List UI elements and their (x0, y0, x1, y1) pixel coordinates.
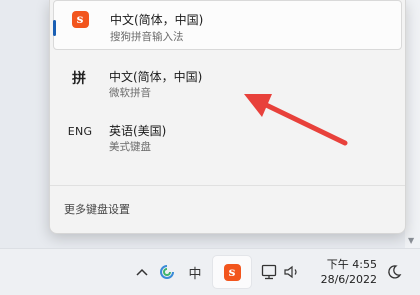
ime-item-subtitle: 美式键盘 (109, 141, 151, 153)
more-keyboard-settings-link[interactable]: 更多键盘设置 (64, 201, 130, 217)
ime-item-subtitle: 微软拼音 (109, 87, 151, 99)
ime-item-microsoft-pinyin[interactable]: 拼 中文(简体，中国) 微软拼音 (50, 60, 405, 110)
selected-indicator (53, 20, 56, 36)
ime-item-title: 中文(简体，中国) (110, 13, 204, 27)
do-not-disturb-moon-icon[interactable] (383, 249, 405, 295)
ime-item-english-us[interactable]: ENG 英语(美国) 美式键盘 (50, 113, 405, 163)
scrollbar[interactable] (405, 0, 420, 248)
volume-icon[interactable] (281, 249, 303, 295)
ime-item-subtitle: 搜狗拼音输入法 (110, 31, 184, 43)
taskbar-clock-time[interactable]: 下午 4:55 (322, 256, 377, 272)
ime-item-title: 中文(简体，中国) (109, 70, 203, 84)
pin-icon: 拼 (72, 71, 86, 87)
ime-item-title: 英语(美国) (109, 124, 167, 138)
ime-item-sogou[interactable]: s 中文(简体，中国) 搜狗拼音输入法 (53, 0, 402, 50)
sync-app-icon[interactable] (156, 249, 178, 295)
sogou-logo-icon: s (67, 9, 93, 29)
divider (50, 185, 405, 186)
eng-icon: ENG (67, 124, 93, 138)
show-hidden-icons-chevron-icon[interactable] (132, 249, 152, 295)
taskbar: 中 s 下午 4:55 28/6/2022 (0, 248, 420, 295)
taskbar-clock-date[interactable]: 28/6/2022 (312, 273, 377, 286)
ime-mode-indicator[interactable]: 中 (184, 249, 206, 295)
scroll-down-arrow-icon[interactable]: ▼ (408, 236, 414, 245)
ime-flyout-menu: s 中文(简体，中国) 搜狗拼音输入法 拼 中文(简体，中国) 微软拼音 ENG… (49, 0, 406, 234)
sogou-taskbar-icon[interactable]: s (212, 249, 252, 295)
network-icon[interactable] (259, 249, 279, 295)
